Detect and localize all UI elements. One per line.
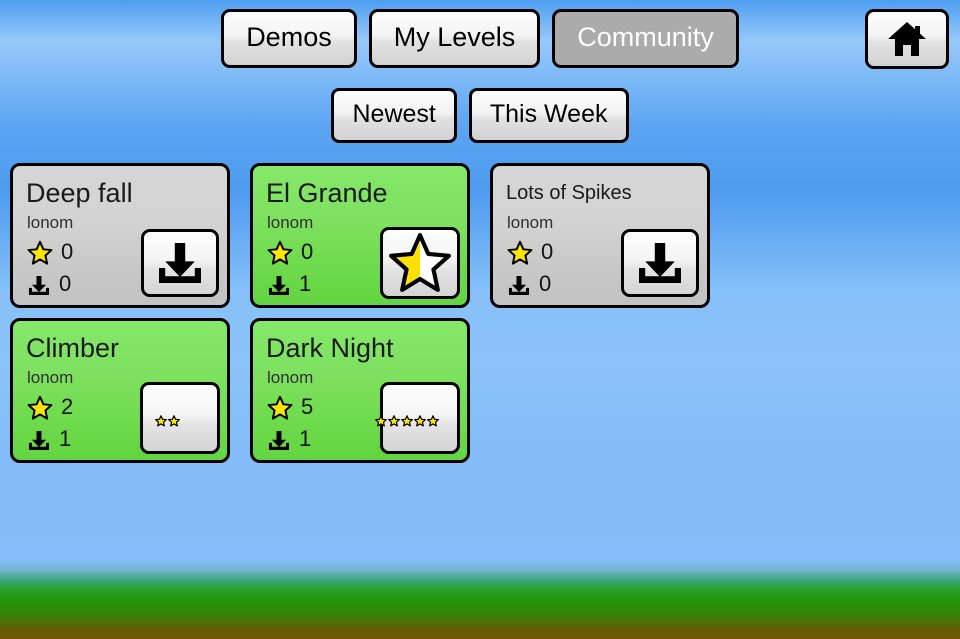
download-icon [268,275,290,295]
download-icon [639,243,681,283]
tab-label: My Levels [393,22,516,52]
level-downloads-stat: 0 [27,271,72,296]
main-tab-bar: Demos My Levels Community [0,9,960,68]
level-downloads-stat: 0 [507,271,552,296]
community-levels-screen: Demos My Levels Community Newest This Week … [0,0,960,639]
level-title: Lots of Spikes [506,182,632,204]
level-card[interactable]: Lots of Spikes lonom 0 0 [490,163,710,308]
mini-star-row [154,415,180,427]
star-icon [427,415,439,427]
level-author: lonom [27,213,74,232]
download-icon [28,430,50,450]
rate-level-button[interactable] [380,227,460,299]
mini-star-row [375,415,439,427]
star-icon [414,415,426,427]
star-icon [267,240,293,265]
tab-label: Community [577,22,714,52]
download-icon [159,243,201,283]
level-title: El Grande [266,178,388,208]
level-card[interactable]: El Grande lonom 0 1 [250,163,470,308]
level-title: Deep fall [26,178,133,208]
rate-level-button[interactable] [375,382,460,454]
level-downloads-stat: 1 [267,271,312,296]
level-card[interactable]: Deep fall lonom 0 0 [10,163,230,308]
level-rating-value: 0 [301,239,314,264]
level-downloads-value: 1 [299,426,312,451]
tab-my-levels[interactable]: My Levels [368,9,541,68]
level-rating-value: 0 [541,239,554,264]
level-rating-value: 2 [61,394,74,419]
home-icon [888,22,926,56]
star-icon [507,240,533,265]
download-level-button[interactable] [621,229,699,297]
level-downloads-value: 0 [539,271,552,296]
filter-newest[interactable]: Newest [331,88,457,143]
tab-demos[interactable]: Demos [221,9,357,68]
star-icon [167,415,180,427]
download-level-button[interactable] [141,229,219,297]
download-icon [28,275,50,295]
level-rating-stat: 2 [27,395,73,421]
level-author: lonom [267,368,314,387]
level-author: lonom [267,213,314,232]
star-icon [27,395,53,420]
level-downloads-stat: 1 [267,426,312,451]
level-downloads-value: 1 [59,426,72,451]
star-icon [27,240,53,265]
filter-this-week[interactable]: This Week [468,88,629,143]
level-author: lonom [27,368,74,387]
star-icon [154,415,167,427]
tab-label: Demos [246,22,332,52]
level-card[interactable]: Climber lonom 2 1 [10,318,230,463]
star-icon [401,415,413,427]
star-icon [388,415,400,427]
star-icon [375,415,387,427]
level-rating-stat: 0 [267,240,313,266]
tab-community[interactable]: Community [552,9,739,68]
rate-level-button[interactable] [140,382,220,454]
level-rating-stat: 0 [27,240,73,266]
level-rating-value: 0 [61,239,74,264]
level-card[interactable]: Dark Night lonom 5 1 [250,318,470,463]
level-author: lonom [507,213,554,232]
level-title: Climber [26,333,120,363]
level-downloads-value: 1 [299,271,312,296]
level-rating-stat: 0 [507,240,553,266]
download-icon [268,430,290,450]
filter-bar: Newest This Week [0,88,960,143]
star-icon [267,395,293,420]
level-title: Dark Night [266,333,394,363]
download-icon [508,275,530,295]
level-card-grid: Deep fall lonom 0 0 El Grande lonom 0 1 Lots of … [10,163,960,473]
filter-label: Newest [352,100,436,128]
level-downloads-stat: 1 [27,426,72,451]
half-star-icon [389,233,451,292]
level-downloads-value: 0 [59,271,72,296]
level-rating-stat: 5 [267,395,313,421]
level-rating-value: 5 [301,394,314,419]
filter-label: This Week [489,100,608,128]
home-button[interactable] [865,9,949,69]
